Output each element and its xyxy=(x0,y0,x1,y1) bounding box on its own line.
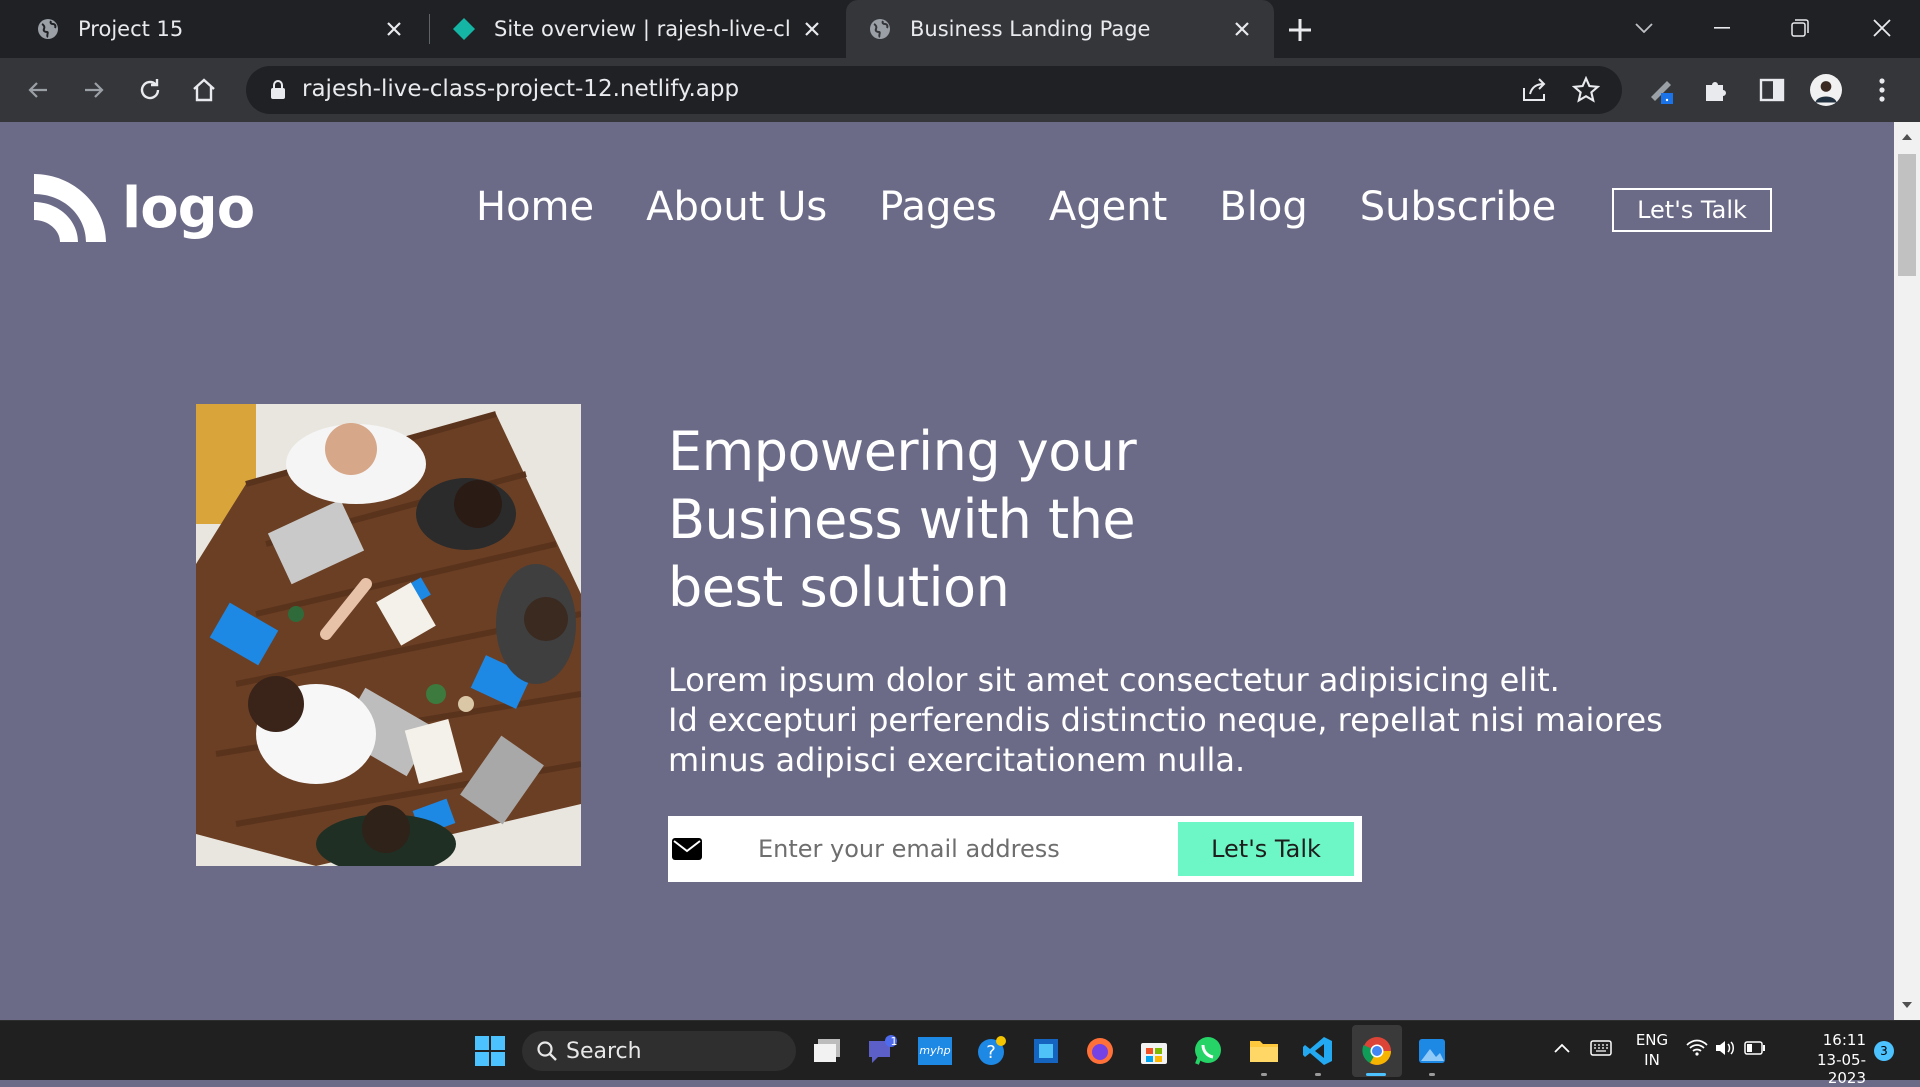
forward-arrow-icon[interactable] xyxy=(78,74,110,106)
help-icon[interactable]: ? xyxy=(976,1035,1008,1067)
vscode-icon[interactable] xyxy=(1302,1035,1334,1067)
nav-home[interactable]: Home xyxy=(476,184,594,230)
tab-site-overview[interactable]: Site overview | rajesh-live-class-p xyxy=(430,0,844,58)
windows-taskbar: Search 1 myhp ? ENG IN 16:11 13-05-2023 … xyxy=(0,1020,1920,1087)
running-indicator xyxy=(1261,1073,1267,1076)
profile-avatar[interactable] xyxy=(1810,74,1842,106)
microsoft-store-icon[interactable] xyxy=(1138,1035,1170,1067)
nav-subscribe[interactable]: Subscribe xyxy=(1360,184,1557,230)
volume-icon[interactable] xyxy=(1714,1039,1736,1057)
battery-icon[interactable] xyxy=(1744,1041,1766,1055)
description-line: Lorem ipsum dolor sit amet consectetur a… xyxy=(668,661,1560,699)
chrome-icon[interactable] xyxy=(1361,1035,1393,1067)
new-tab-plus-icon[interactable] xyxy=(1286,16,1314,44)
url-text[interactable]: rajesh-live-class-project-12.netlify.app xyxy=(302,76,739,102)
minimize-icon[interactable] xyxy=(1702,10,1742,46)
scroll-up-arrow-icon[interactable] xyxy=(1900,130,1914,144)
taskbar-search-box[interactable]: Search xyxy=(522,1031,796,1071)
svg-text:?: ? xyxy=(986,1042,996,1063)
bookmark-star-icon[interactable] xyxy=(1572,76,1600,104)
restore-icon[interactable] xyxy=(1780,10,1820,46)
search-icon xyxy=(537,1041,557,1061)
back-arrow-icon[interactable] xyxy=(22,74,54,106)
tab-business-landing-page[interactable]: Business Landing Page xyxy=(846,0,1274,58)
task-view-icon[interactable] xyxy=(812,1035,844,1067)
nav-agent[interactable]: Agent xyxy=(1049,184,1167,230)
tab-search-chevron-down-icon[interactable] xyxy=(1624,10,1664,46)
reload-icon[interactable] xyxy=(134,74,166,106)
netlify-diamond-icon xyxy=(453,18,475,40)
envelope-icon xyxy=(672,838,702,860)
active-indicator xyxy=(1366,1073,1386,1076)
teams-badge: 1 xyxy=(890,1035,898,1048)
logo-text: logo xyxy=(122,175,255,241)
tab-project-15[interactable]: Project 15 xyxy=(0,0,426,58)
close-tab-icon[interactable] xyxy=(382,17,406,41)
close-tab-icon[interactable] xyxy=(1230,17,1254,41)
windows-app-icon[interactable] xyxy=(1030,1035,1062,1067)
pen-extension-icon[interactable] xyxy=(1646,74,1678,106)
browser-toolbar: rajesh-live-class-project-12.netlify.app xyxy=(0,58,1920,122)
show-hidden-icons-chevron-up-icon[interactable] xyxy=(1554,1043,1570,1053)
nav-pages[interactable]: Pages xyxy=(879,184,997,230)
globe-icon xyxy=(870,19,890,39)
page-scrollbar[interactable] xyxy=(1894,122,1920,1020)
language-in[interactable]: IN xyxy=(1630,1051,1674,1069)
wifi-icon[interactable] xyxy=(1686,1039,1708,1057)
keyboard-icon[interactable] xyxy=(1590,1039,1612,1057)
side-panel-icon[interactable] xyxy=(1756,74,1788,106)
close-window-icon[interactable] xyxy=(1862,10,1902,46)
hero-headline: Empowering your Business with the best s… xyxy=(668,418,1288,622)
description-line: Id excepturi perferendis distinctio nequ… xyxy=(668,701,1663,739)
file-explorer-icon[interactable] xyxy=(1248,1035,1280,1067)
tab-title: Project 15 xyxy=(78,17,184,41)
hero-description: Lorem ipsum dolor sit amet consectetur a… xyxy=(668,660,1738,780)
headline-line: Empowering your xyxy=(668,420,1137,483)
rss-wave-logo-icon xyxy=(34,174,106,242)
myhp-app-icon[interactable]: myhp xyxy=(918,1037,952,1065)
form-lets-talk-button[interactable]: Let's Talk xyxy=(1178,822,1354,876)
description-line: minus adipisci exercitationem nulla. xyxy=(668,741,1246,779)
globe-icon xyxy=(38,19,58,39)
myhp-label: myhp xyxy=(919,1044,951,1057)
language-eng[interactable]: ENG xyxy=(1630,1031,1674,1049)
windows-start-icon[interactable] xyxy=(474,1035,506,1067)
nav-blog[interactable]: Blog xyxy=(1219,184,1307,230)
firefox-icon[interactable] xyxy=(1084,1035,1116,1067)
running-indicator xyxy=(1315,1073,1321,1076)
tab-title: Site overview | rajesh-live-class-p xyxy=(494,17,790,41)
site-logo[interactable]: logo xyxy=(34,172,255,244)
nav-lets-talk-button[interactable]: Let's Talk xyxy=(1612,188,1772,232)
close-tab-icon[interactable] xyxy=(800,17,824,41)
hero-image xyxy=(196,404,581,866)
email-signup-form: Let's Talk xyxy=(668,816,1362,882)
browser-tab-bar: Project 15 Site overview | rajesh-live-c… xyxy=(0,0,1920,58)
main-nav: Home About Us Pages Agent Blog Subscribe xyxy=(476,184,1608,230)
running-indicator xyxy=(1429,1073,1435,1076)
photos-icon[interactable] xyxy=(1416,1035,1448,1067)
home-icon[interactable] xyxy=(188,74,220,106)
search-label: Search xyxy=(566,1038,642,1064)
notification-badge[interactable]: 3 xyxy=(1874,1041,1894,1061)
scrollbar-thumb[interactable] xyxy=(1898,154,1916,276)
extensions-puzzle-icon[interactable] xyxy=(1700,74,1732,106)
email-input[interactable] xyxy=(756,826,1156,872)
page-viewport: logo Home About Us Pages Agent Blog Subs… xyxy=(0,122,1894,1020)
tab-title: Business Landing Page xyxy=(910,17,1151,41)
nav-about-us[interactable]: About Us xyxy=(646,184,827,230)
headline-line: Business with the xyxy=(668,488,1136,551)
address-bar[interactable]: rajesh-live-class-project-12.netlify.app xyxy=(246,66,1622,114)
whatsapp-icon[interactable] xyxy=(1192,1035,1224,1067)
headline-line: best solution xyxy=(668,556,1010,619)
notification-count: 3 xyxy=(1880,1044,1888,1058)
scroll-down-arrow-icon[interactable] xyxy=(1900,998,1914,1012)
more-menu-icon[interactable] xyxy=(1866,74,1898,106)
lock-icon[interactable] xyxy=(270,80,286,100)
share-icon[interactable] xyxy=(1522,78,1550,102)
